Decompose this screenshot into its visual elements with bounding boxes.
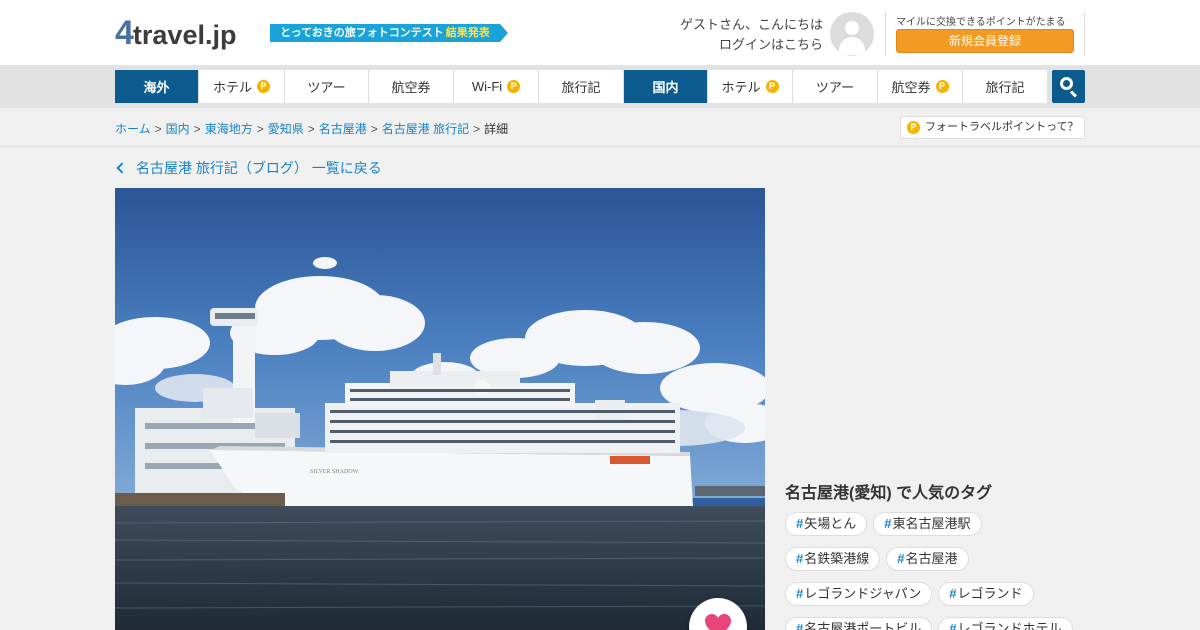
logo-wordmark: travel.jp [132, 20, 237, 50]
divider [885, 12, 886, 56]
nav-domestic-travelogue[interactable]: 旅行記 [963, 70, 1047, 103]
hash-icon: # [796, 586, 804, 601]
nav-label: Wi-Fi [471, 79, 503, 94]
banner-text: とっておきの旅フォトコンテスト [280, 27, 444, 39]
points-icon: P [907, 121, 920, 134]
nav-label: ホテル [212, 80, 252, 95]
main-nav-bar: 海外 ホテル P ツアー 航空券 Wi-Fi P 旅行記 国内 ホテル P ツアー 航… [0, 65, 1200, 108]
ship-name: SILVER SHADOW [310, 469, 359, 475]
tag-label: 矢場とん [804, 516, 857, 531]
points-info-label: フォートラベルポイントって？ [925, 121, 1079, 133]
back-link-label: 名古屋港 旅行記（ブログ） 一覧に戻る [136, 160, 382, 176]
tag-label: レゴランドジャパン [804, 586, 922, 601]
popular-tags-title: 名古屋港(愛知) で人気のタグ [785, 485, 993, 502]
hash-icon: # [796, 516, 804, 531]
hash-icon: # [897, 551, 905, 566]
points-icon: P [765, 80, 779, 93]
hash-icon: # [949, 621, 957, 630]
back-to-list-link[interactable]: 名古屋港 旅行記（ブログ） 一覧に戻る [115, 158, 382, 178]
tag-label: レゴランド [957, 586, 1023, 601]
tag-item[interactable]: #レゴランドホテル [938, 617, 1073, 630]
nav-label: 旅行記 [561, 80, 601, 95]
points-info-button[interactable]: P フォートラベルポイントって？ [900, 116, 1085, 139]
tag-row: #名鉄築港線 #名古屋港 [785, 547, 1095, 571]
breadcrumb-current: 詳細 [484, 122, 509, 136]
nav-wifi[interactable]: Wi-Fi P [454, 70, 539, 103]
nav-domestic-flight[interactable]: 航空券 P [878, 70, 963, 103]
nav-overseas-travelogue[interactable]: 旅行記 [539, 70, 624, 103]
tag-row: #レゴランドジャパン #レゴランド [785, 582, 1095, 606]
tag-item[interactable]: #レゴランドジャパン [785, 582, 933, 606]
breadcrumb-travelogue[interactable]: 名古屋港 旅行記 [382, 122, 469, 136]
register-button[interactable]: 新規会員登録 [896, 29, 1074, 53]
hash-icon: # [884, 516, 892, 531]
tag-item[interactable]: #東名古屋港駅 [873, 512, 982, 536]
tag-label: 東名古屋港駅 [892, 516, 971, 531]
tag-label: 名古屋港 [905, 551, 958, 566]
mile-promo-text: マイルに交換できるポイントがたまる [896, 17, 1066, 28]
breadcrumb-bar: ホーム > 国内 > 東海地方 > 愛知県 > 名古屋港 > 名古屋港 旅行記 > 詳細 P フォートラベ… [0, 108, 1200, 147]
breadcrumb-separator: > [154, 122, 162, 136]
tag-label: 名古屋港ポートビル [804, 621, 922, 630]
nav-domestic-tour[interactable]: ツアー [793, 70, 878, 103]
breadcrumb-nagoya-port[interactable]: 名古屋港 [319, 122, 367, 136]
nav-label: ホテル [721, 80, 761, 95]
divider [1084, 12, 1085, 56]
breadcrumb-tokai[interactable]: 東海地方 [205, 122, 253, 136]
breadcrumb-home[interactable]: ホーム [115, 122, 151, 136]
hash-icon: # [949, 586, 957, 601]
tag-label: レゴランドホテル [957, 621, 1062, 630]
popular-tags-list: #矢場とん #東名古屋港駅 #名鉄築港線 #名古屋港 #レゴランドジャパン #レ… [785, 512, 1095, 630]
nav-label: 国内 [652, 80, 679, 95]
site-logo[interactable]: 4 travel.jp [115, 12, 236, 50]
nav-domestic[interactable]: 国内 [624, 70, 708, 103]
nav-label: ツアー [307, 80, 346, 95]
tag-item[interactable]: #名古屋港ポートビル [785, 617, 933, 630]
breadcrumb-separator: > [256, 122, 264, 136]
cruise-ship-photo: SILVER SHADOW [115, 188, 765, 630]
nav-overseas-tour[interactable]: ツアー [285, 70, 369, 103]
breadcrumb-separator: > [473, 122, 481, 136]
site-header: 4 travel.jp とっておきの旅フォトコンテスト 結果発表 ゲストさん、こん… [0, 0, 1200, 65]
nav-overseas[interactable]: 海外 [115, 70, 199, 103]
guest-avatar-icon[interactable] [830, 12, 874, 56]
nav-overseas-hotel[interactable]: ホテル P [199, 70, 285, 103]
main-nav: 海外 ホテル P ツアー 航空券 Wi-Fi P 旅行記 国内 ホテル P ツアー 航… [115, 70, 1047, 103]
nav-domestic-hotel[interactable]: ホテル P [708, 70, 793, 103]
tag-row: #名古屋港ポートビル #レゴランドホテル [785, 617, 1095, 630]
nav-label: 旅行記 [985, 80, 1025, 95]
nav-overseas-flight[interactable]: 航空券 [369, 70, 454, 103]
breadcrumb: ホーム > 国内 > 東海地方 > 愛知県 > 名古屋港 > 名古屋港 旅行記 > 詳細 [115, 120, 508, 137]
chevron-left-icon [116, 162, 128, 174]
tag-item[interactable]: #レゴランド [938, 582, 1034, 606]
search-button[interactable] [1052, 70, 1085, 103]
breadcrumb-separator: > [193, 122, 201, 136]
breadcrumb-separator: > [307, 122, 315, 136]
nav-label: ツアー [815, 80, 855, 95]
breadcrumb-aichi[interactable]: 愛知県 [268, 122, 304, 136]
greeting-text: ゲストさん、こんにちは [679, 17, 823, 32]
tag-row: #矢場とん #東名古屋港駅 [785, 512, 1095, 536]
hash-icon: # [796, 551, 804, 566]
breadcrumb-domestic[interactable]: 国内 [166, 122, 190, 136]
breadcrumb-separator: > [370, 122, 378, 136]
points-icon: P [507, 80, 521, 93]
login-link[interactable]: ログインはこちら [680, 35, 823, 55]
tag-label: 名鉄築港線 [804, 551, 870, 566]
tag-item[interactable]: #矢場とん [785, 512, 868, 536]
hash-icon: # [796, 621, 804, 630]
tag-item[interactable]: #名古屋港 [886, 547, 969, 571]
points-icon: P [257, 80, 270, 93]
user-greeting: ゲストさん、こんにちは ログインはこちら [680, 15, 823, 55]
points-icon: P [935, 80, 949, 93]
photo-contest-banner[interactable]: とっておきの旅フォトコンテスト 結果発表 [270, 24, 508, 42]
nav-label: 航空券 [391, 80, 431, 95]
nav-label: 海外 [143, 80, 170, 95]
heart-icon [705, 614, 731, 630]
nav-label: 航空券 [891, 80, 931, 95]
tag-item[interactable]: #名鉄築港線 [785, 547, 881, 571]
logo-mark: 4 [115, 14, 134, 52]
banner-highlight: 結果発表 [445, 27, 490, 39]
travelogue-cover-photo[interactable]: SILVER SHADOW [115, 188, 765, 630]
